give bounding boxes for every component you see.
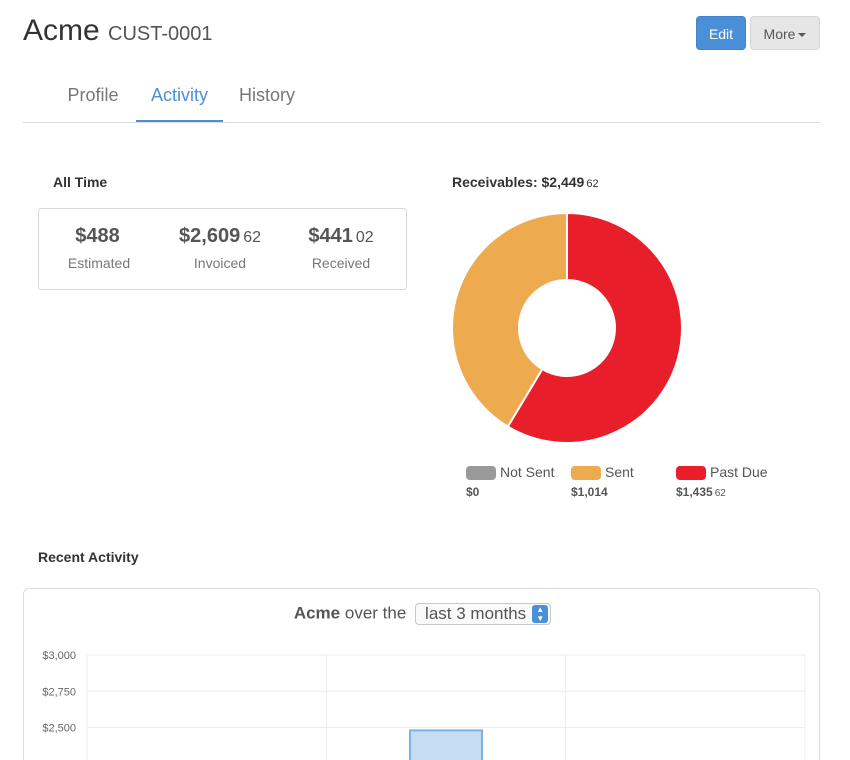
- legend-dollars: $1,014: [571, 485, 608, 499]
- legend-value: $0: [466, 485, 481, 499]
- legend-swatch: [466, 466, 496, 480]
- receivables-donut-chart: [452, 213, 682, 443]
- recent-activity-panel: Acme over the last 3 months ▲ ▼: [23, 588, 820, 760]
- select-arrows-icon: ▲ ▼: [532, 605, 549, 623]
- legend-dollars: $1,435: [676, 485, 713, 499]
- legend-dollars: $0: [466, 485, 480, 499]
- stat-invoiced: $2,609 62 Invoiced: [160, 225, 280, 271]
- tab-profile[interactable]: Profile: [53, 70, 133, 122]
- stat-amount: $2,609 62: [160, 225, 280, 253]
- edit-button-label: Edit: [708, 26, 734, 42]
- activity-chart-header: Acme over the last 3 months ▲ ▼: [24, 603, 821, 625]
- over-the-text: over the: [344, 603, 407, 623]
- receivables-title: Receivables: $2,449 62: [452, 174, 599, 190]
- receivables-label: Receivables:: [452, 174, 538, 190]
- all-time-title: All Time: [53, 174, 108, 190]
- edit-button[interactable]: Edit: [696, 16, 746, 50]
- tab-history[interactable]: History: [226, 70, 308, 122]
- stat-estimated: $488 Estimated: [39, 225, 159, 271]
- stat-dollars: $488: [75, 225, 120, 247]
- page-header: Acme CUST-0001 Edit More: [23, 12, 820, 57]
- legend-label: Not Sent: [500, 464, 555, 480]
- legend-item-sent[interactable]: Sent $1,014: [571, 464, 671, 504]
- legend-value: $1,435 62: [676, 485, 726, 499]
- stat-dollars: $2,609: [179, 225, 241, 247]
- receivables-dollars: $2,449: [541, 174, 585, 190]
- stat-cents: 02: [355, 229, 374, 246]
- legend-label: Sent: [605, 464, 634, 480]
- more-button-label: More: [763, 26, 796, 42]
- all-time-stats: $488 Estimated $2,609 62 Invoiced $441 02 …: [38, 208, 407, 290]
- caret-down-icon: [798, 33, 807, 38]
- tab-bar: Profile Activity History: [23, 70, 820, 123]
- stat-amount: $441 02: [281, 225, 401, 253]
- receivables-cents: 62: [586, 178, 599, 190]
- legend-cents: 62: [714, 488, 726, 499]
- legend-item-not-sent[interactable]: Not Sent $0: [466, 464, 566, 504]
- period-select-value: last 3 months: [425, 604, 527, 623]
- activity-customer-name: Acme: [293, 603, 341, 623]
- stat-label: Estimated: [67, 255, 131, 271]
- legend-item-past-due[interactable]: Past Due $1,435 62: [676, 464, 816, 504]
- stat-received: $441 02 Received: [281, 225, 401, 271]
- stat-label: Invoiced: [193, 255, 247, 271]
- more-dropdown-button[interactable]: More: [750, 16, 820, 50]
- stat-dollars: $441: [308, 225, 353, 247]
- stat-amount: $488: [39, 225, 159, 253]
- customer-name: Acme: [23, 14, 100, 47]
- legend-swatch: [571, 466, 601, 480]
- customer-number: CUST-0001: [108, 23, 213, 45]
- stat-label: Received: [311, 255, 371, 271]
- period-select[interactable]: last 3 months ▲ ▼: [415, 603, 552, 625]
- legend-label: Past Due: [710, 464, 768, 480]
- legend-swatch: [676, 466, 706, 480]
- tab-activity[interactable]: Activity: [136, 70, 223, 122]
- legend-value: $1,014: [571, 485, 610, 499]
- receivables-legend: Not Sent $0 Sent $1,014 Past Due $1,435 6…: [466, 464, 826, 504]
- stat-cents: 62: [243, 229, 261, 246]
- recent-activity-title: Recent Activity: [38, 549, 139, 565]
